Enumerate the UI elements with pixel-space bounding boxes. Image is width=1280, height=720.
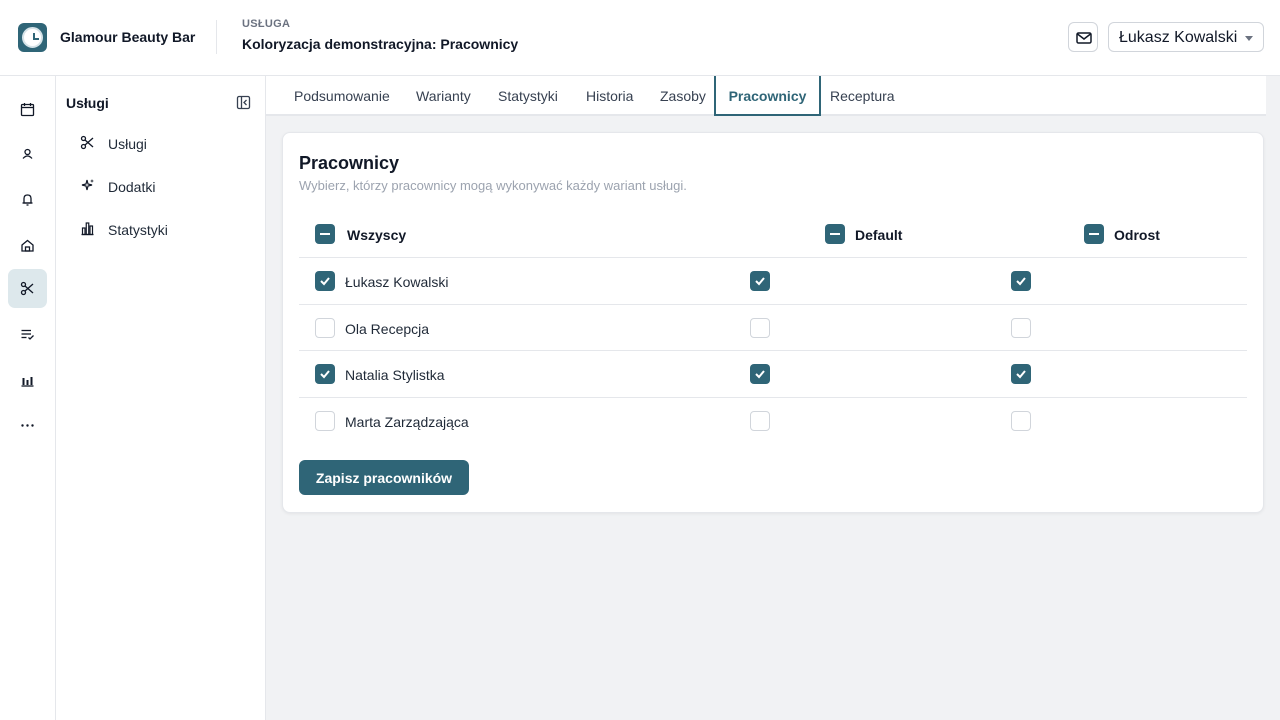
rail-home[interactable] xyxy=(8,226,47,265)
checkmark-icon xyxy=(755,370,765,379)
employees-card: Pracownicy Wybierz, którzy pracownicy mo… xyxy=(282,132,1264,513)
person-icon xyxy=(22,148,33,159)
employee-name: Łukasz Kowalski xyxy=(345,274,449,290)
rail-calendar[interactable] xyxy=(8,90,47,129)
card-subtitle: Wybierz, którzy pracownicy mogą wykonywa… xyxy=(299,178,687,193)
row-divider xyxy=(299,350,1247,351)
calendar-icon xyxy=(20,103,35,117)
scissors-icon xyxy=(20,281,34,296)
tab-zasoby[interactable]: Zasoby xyxy=(660,76,706,116)
row-divider xyxy=(299,397,1247,398)
row-select-checkbox[interactable] xyxy=(315,364,335,384)
app-header: Glamour Beauty Bar USŁUGA Koloryzacja de… xyxy=(0,0,1280,76)
checkmark-icon xyxy=(755,277,765,286)
service-eyebrow: USŁUGA xyxy=(242,18,291,30)
icon-rail xyxy=(0,76,56,720)
row-select-checkbox[interactable] xyxy=(315,411,335,431)
default-variant-checkbox[interactable] xyxy=(750,318,770,338)
page-title: Koloryzacja demonstracyjna: Pracownicy xyxy=(242,36,519,52)
rail-reports[interactable] xyxy=(8,361,47,400)
default-column-checkbox[interactable] xyxy=(825,224,845,244)
tab-warianty[interactable]: Warianty xyxy=(416,76,471,116)
odrost-variant-checkbox[interactable] xyxy=(1011,411,1031,431)
odrost-variant-checkbox[interactable] xyxy=(1011,271,1031,291)
header-divider xyxy=(216,20,217,54)
home-icon xyxy=(21,239,34,252)
rail-tasks[interactable] xyxy=(8,315,47,354)
chevron-down-icon xyxy=(1245,36,1253,41)
sidebar-item-statystyki[interactable]: Statystyki xyxy=(70,212,250,246)
services-sidebar: Usługi Usługi Dodatki Statystyki xyxy=(56,76,266,720)
rail-services[interactable] xyxy=(8,269,47,308)
user-select[interactable]: Łukasz Kowalski xyxy=(1108,22,1264,52)
sidebar-item-label: Dodatki xyxy=(108,179,156,195)
row-select-checkbox[interactable] xyxy=(315,318,335,338)
sparkles-icon xyxy=(81,179,94,191)
column-header-default: Default xyxy=(855,227,903,243)
messages-button[interactable] xyxy=(1068,22,1098,52)
tab-historia[interactable]: Historia xyxy=(586,76,633,116)
select-all-checkbox[interactable] xyxy=(315,224,335,244)
bar-chart-icon xyxy=(21,377,34,387)
collapse-sidebar-icon[interactable] xyxy=(236,95,251,110)
sidebar-item-label: Statystyki xyxy=(108,222,168,238)
tab-statystyki[interactable]: Statystyki xyxy=(498,76,558,116)
tab-bar: Podsumowanie Warianty Statystyki Histori… xyxy=(266,76,1266,116)
employee-name: Marta Zarządzająca xyxy=(345,414,469,430)
row-divider xyxy=(299,257,1247,258)
odrost-variant-checkbox[interactable] xyxy=(1011,364,1031,384)
scissors-icon xyxy=(80,135,94,150)
rail-clients[interactable] xyxy=(8,135,47,174)
default-variant-checkbox[interactable] xyxy=(750,364,770,384)
main-content: Podsumowanie Warianty Statystyki Histori… xyxy=(266,76,1280,720)
odrost-variant-checkbox[interactable] xyxy=(1011,318,1031,338)
clock-logo-icon[interactable] xyxy=(18,23,47,52)
more-icon xyxy=(21,424,34,427)
checkmark-icon xyxy=(320,370,330,379)
checkmark-icon xyxy=(1016,370,1026,379)
sidebar-item-label: Usługi xyxy=(108,136,147,152)
tab-pracownicy[interactable]: Pracownicy xyxy=(714,76,821,116)
tab-podsumowanie[interactable]: Podsumowanie xyxy=(294,76,390,116)
rail-notifications[interactable] xyxy=(8,180,47,219)
checkmark-icon xyxy=(1016,277,1026,286)
default-variant-checkbox[interactable] xyxy=(750,271,770,291)
rail-more[interactable] xyxy=(8,406,47,445)
bar-chart-icon xyxy=(81,222,94,236)
tab-receptura[interactable]: Receptura xyxy=(830,76,895,116)
save-employees-button[interactable]: Zapisz pracowników xyxy=(299,460,469,495)
bell-icon xyxy=(22,194,33,206)
employee-name: Natalia Stylistka xyxy=(345,367,445,383)
default-variant-checkbox[interactable] xyxy=(750,411,770,431)
row-divider xyxy=(299,304,1247,305)
brand-name[interactable]: Glamour Beauty Bar xyxy=(60,29,195,45)
user-name: Łukasz Kowalski xyxy=(1119,29,1238,46)
column-header-all: Wszyscy xyxy=(347,227,407,243)
checklist-icon xyxy=(21,329,34,340)
card-title: Pracownicy xyxy=(299,153,400,173)
checkmark-icon xyxy=(320,277,330,286)
sidebar-title: Usługi xyxy=(66,95,109,111)
mail-icon xyxy=(1076,32,1092,44)
sidebar-item-dodatki[interactable]: Dodatki xyxy=(70,169,250,203)
row-select-checkbox[interactable] xyxy=(315,271,335,291)
sidebar-item-uslugi[interactable]: Usługi xyxy=(70,126,250,160)
odrost-column-checkbox[interactable] xyxy=(1084,224,1104,244)
column-header-odrost: Odrost xyxy=(1114,227,1160,243)
employee-name: Ola Recepcja xyxy=(345,321,430,337)
